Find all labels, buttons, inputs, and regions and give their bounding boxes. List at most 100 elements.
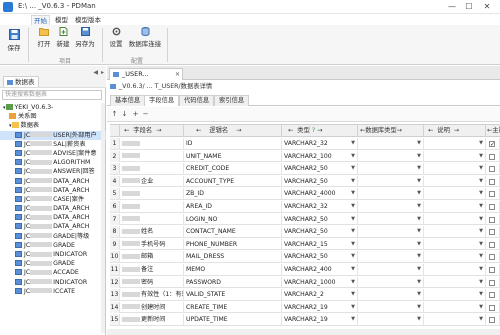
dropdown-arrow-icon[interactable]: ▼ <box>417 277 421 288</box>
dropdown-arrow-icon[interactable]: ▼ <box>479 201 483 212</box>
dropdown-arrow-icon[interactable]: ▼ <box>351 264 355 275</box>
logic-name-cell[interactable]: AREA_ID <box>184 201 282 212</box>
primary-key-cell[interactable] <box>486 251 500 263</box>
table-row[interactable]: 4 企业 ACCOUNT_TYPE VARCHAR2_50 ▼ ▼ ▼ <box>110 175 500 188</box>
type-cell[interactable]: VARCHAR2_19 ▼ <box>282 301 358 313</box>
tree-table-item[interactable]: JC DATA_ARCH <box>0 204 106 213</box>
dropdown-arrow-icon[interactable]: ▼ <box>479 302 483 313</box>
field-name-cell[interactable]: 姓名 <box>120 226 184 238</box>
db-type-cell[interactable]: ▼ <box>358 138 424 149</box>
db-connect-button[interactable]: 数据库连接 <box>126 27 164 48</box>
logic-name-cell[interactable]: CREATE_TIME <box>184 301 282 313</box>
help-icon[interactable]: ? <box>312 127 315 134</box>
move-up-button[interactable]: ↑ <box>110 109 119 120</box>
field-name-cell[interactable]: 手机号码 <box>120 238 184 250</box>
tree-table-item[interactable]: JC ADVISE|案件意 <box>0 149 106 158</box>
dropdown-arrow-icon[interactable]: ▼ <box>479 314 483 325</box>
table-row[interactable]: 9 手机号码 PHONE_NUMBER VARCHAR2_15 ▼ ▼ ▼ <box>110 238 500 251</box>
dropdown-arrow-icon[interactable]: ▼ <box>351 151 355 162</box>
primary-key-checkbox[interactable] <box>489 153 495 160</box>
tree-table-item[interactable]: JC DATA_ARCH <box>0 213 106 222</box>
primary-key-cell[interactable] <box>486 188 500 200</box>
dropdown-arrow-icon[interactable]: ▼ <box>351 188 355 199</box>
type-cell[interactable]: VARCHAR2_4000 ▼ <box>282 188 358 200</box>
primary-key-cell[interactable] <box>486 201 500 212</box>
db-type-cell[interactable]: ▼ <box>358 213 424 225</box>
primary-key-cell[interactable] <box>486 264 500 275</box>
logic-name-cell[interactable]: ZB_ID <box>184 188 282 200</box>
primary-key-checkbox[interactable] <box>489 166 495 173</box>
dropdown-arrow-icon[interactable]: ▼ <box>479 163 483 174</box>
dropdown-arrow-icon[interactable]: ▼ <box>417 151 421 162</box>
primary-key-cell[interactable] <box>486 150 500 162</box>
tree-table-item[interactable]: JC GRADE|等级 <box>0 232 106 241</box>
dropdown-arrow-icon[interactable]: ▼ <box>479 289 483 300</box>
primary-key-checkbox[interactable] <box>489 139 495 149</box>
settings-button[interactable]: 设置 <box>108 27 124 48</box>
tree-table-item[interactable]: JC INDICATOR <box>0 250 106 259</box>
db-type-cell[interactable]: ▼ <box>358 163 424 175</box>
logic-name-cell[interactable]: ACCOUNT_TYPE <box>184 175 282 187</box>
tree-table-item[interactable]: JC USER|外部用户 <box>0 130 106 140</box>
type-cell[interactable]: VARCHAR2_19 ▼ <box>282 314 358 326</box>
horizontal-scrollbar[interactable] <box>107 329 500 335</box>
type-cell[interactable]: VARCHAR2_50 ▼ <box>282 226 358 238</box>
tab-basic-info[interactable]: 基本信息 <box>110 95 146 106</box>
pin-icon[interactable]: ▸ <box>101 69 104 76</box>
tree-tables-folder[interactable]: ▾ 数据表 <box>0 121 106 130</box>
field-name-cell[interactable] <box>120 163 184 175</box>
db-type-cell[interactable]: ▼ <box>358 314 424 326</box>
primary-key-cell[interactable] <box>486 238 500 250</box>
primary-key-checkbox[interactable] <box>489 279 495 286</box>
primary-key-cell[interactable] <box>486 163 500 175</box>
dropdown-arrow-icon[interactable]: ▼ <box>351 163 355 174</box>
new-button[interactable]: 新建 <box>55 27 71 48</box>
save-button[interactable]: 保存 <box>6 29 22 52</box>
remark-cell[interactable]: ▼ <box>424 226 486 238</box>
type-cell[interactable]: VARCHAR2_15 ▼ <box>282 238 358 250</box>
primary-key-cell[interactable] <box>486 226 500 238</box>
dropdown-arrow-icon[interactable]: ▼ <box>479 176 483 187</box>
logic-name-cell[interactable]: MEMO <box>184 264 282 275</box>
dropdown-arrow-icon[interactable]: ▼ <box>351 201 355 212</box>
db-type-cell[interactable]: ▼ <box>358 226 424 238</box>
logic-name-cell[interactable]: LOGIN_NO <box>184 213 282 225</box>
tree-table-item[interactable]: JC ACCADE <box>0 268 106 277</box>
maximize-button[interactable]: ☐ <box>462 1 476 13</box>
table-row[interactable]: 2 UNIT_NAME VARCHAR2_100 ▼ ▼ ▼ <box>110 150 500 163</box>
dropdown-arrow-icon[interactable]: ▼ <box>417 201 421 212</box>
dropdown-arrow-icon[interactable]: ▼ <box>351 277 355 288</box>
table-row[interactable]: 11 备注 MEMO VARCHAR2_400 ▼ ▼ ▼ <box>110 264 500 276</box>
dropdown-arrow-icon[interactable]: ▼ <box>479 264 483 275</box>
primary-key-checkbox[interactable] <box>489 304 495 311</box>
save-as-button[interactable]: 另存为 <box>74 27 96 48</box>
tree-table-item[interactable]: JC ALGORITHM <box>0 158 106 167</box>
db-type-cell[interactable]: ▼ <box>358 276 424 288</box>
logic-name-cell[interactable]: ID <box>184 138 282 149</box>
dropdown-arrow-icon[interactable]: ▼ <box>351 314 355 325</box>
remark-cell[interactable]: ▼ <box>424 138 486 149</box>
primary-key-cell[interactable] <box>486 289 500 301</box>
field-name-cell[interactable] <box>120 213 184 225</box>
primary-key-checkbox[interactable] <box>489 216 495 223</box>
dropdown-arrow-icon[interactable]: ▼ <box>417 226 421 237</box>
dropdown-arrow-icon[interactable]: ▼ <box>417 176 421 187</box>
logic-name-cell[interactable]: PASSWORD <box>184 276 282 288</box>
dropdown-arrow-icon[interactable]: ▼ <box>479 214 483 225</box>
dropdown-arrow-icon[interactable]: ▼ <box>417 214 421 225</box>
dropdown-arrow-icon[interactable]: ▼ <box>417 239 421 250</box>
db-type-cell[interactable]: ▼ <box>358 238 424 250</box>
move-down-button[interactable]: ↓ <box>120 109 129 120</box>
table-row[interactable]: 5 ZB_ID VARCHAR2_4000 ▼ ▼ ▼ <box>110 188 500 200</box>
dropdown-arrow-icon[interactable]: ▼ <box>351 251 355 262</box>
table-row[interactable]: 12 密码 PASSWORD VARCHAR2_1000 ▼ ▼ ▼ <box>110 276 500 289</box>
field-name-cell[interactable]: 更新时间 <box>120 314 184 326</box>
tab-field-info[interactable]: 字段信息 <box>144 95 180 106</box>
table-row[interactable]: 1 ID VARCHAR2_32 ▼ ▼ ▼ <box>110 138 500 150</box>
field-name-cell[interactable]: 有效性（1：有效） <box>120 289 184 301</box>
open-button[interactable]: 打开 <box>36 27 52 48</box>
table-row[interactable]: 3 CREDIT_CODE VARCHAR2_50 ▼ ▼ ▼ <box>110 163 500 175</box>
remark-cell[interactable]: ▼ <box>424 213 486 225</box>
header-primary[interactable]: ←主键 <box>486 125 500 137</box>
remark-cell[interactable]: ▼ <box>424 238 486 250</box>
